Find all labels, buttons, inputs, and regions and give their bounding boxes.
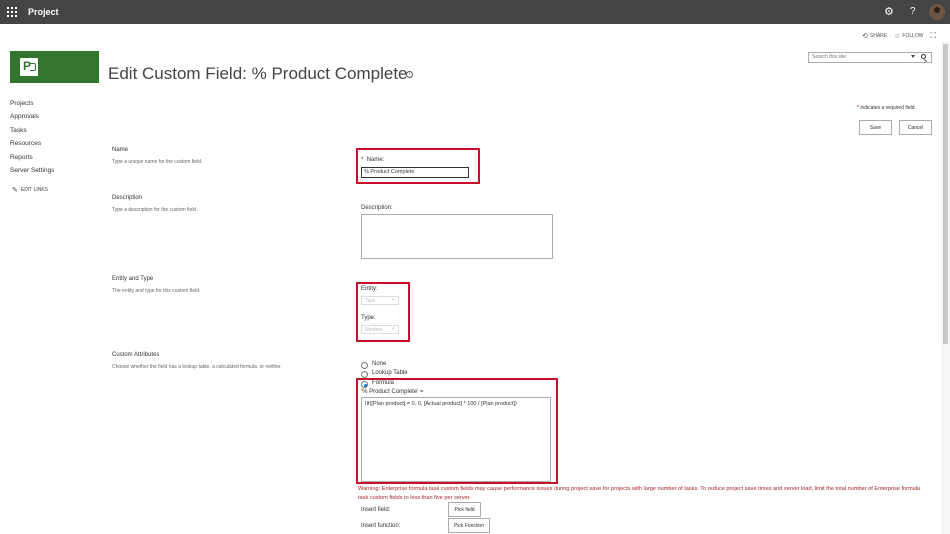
nav-item-server-settings[interactable]: Server Settings <box>10 166 54 179</box>
name-label: * Name: <box>361 157 384 163</box>
description-section-title: Description <box>112 195 143 201</box>
custom-attributes-section-title: Custom Attributes <box>112 352 160 358</box>
radio-lookup-table[interactable] <box>361 371 368 378</box>
type-select[interactable]: Number <box>361 324 399 334</box>
nav-item-resources[interactable]: Resources <box>10 139 54 152</box>
pencil-icon: ✎ <box>12 187 18 194</box>
type-label: Type: <box>361 315 376 321</box>
name-highlight-box <box>356 148 480 184</box>
required-field-note: * indicates a required field <box>857 105 915 111</box>
formula-label: '% Product Complete' = <box>361 389 424 395</box>
follow-label: FOLLOW <box>902 33 924 39</box>
app-launcher-icon[interactable] <box>0 0 24 24</box>
star-icon: ☆ <box>894 33 901 40</box>
name-required-marker: * <box>361 157 364 163</box>
nav-item-tasks[interactable]: Tasks <box>10 126 54 139</box>
radio-lookup-table-label: Lookup Table <box>372 370 408 376</box>
radio-none-label: None <box>372 361 387 367</box>
edit-links-button[interactable]: ✎ EDIT LINKS <box>12 186 48 194</box>
pick-field-button[interactable]: Pick field <box>448 502 481 517</box>
entity-label: Entity: <box>361 286 378 292</box>
formula-warning: Warning: Enterprise formula task custom … <box>358 486 921 501</box>
description-section-desc: Type a description for the custom field. <box>112 207 198 213</box>
quick-launch-nav: Projects Approvals Tasks Resources Repor… <box>10 99 54 179</box>
radio-none[interactable] <box>361 362 368 369</box>
suite-bar <box>0 0 950 24</box>
nav-item-reports[interactable]: Reports <box>10 153 54 166</box>
nav-item-projects[interactable]: Projects <box>10 99 54 112</box>
help-icon[interactable]: ? <box>910 5 916 19</box>
page-actions: ⟲ SHARE ☆ FOLLOW ⛶ <box>862 31 936 41</box>
follow-button[interactable]: ☆ FOLLOW <box>894 32 923 40</box>
site-logo[interactable]: P <box>10 51 99 83</box>
settings-gear-icon[interactable]: ⚙ <box>884 5 894 19</box>
share-button[interactable]: ⟲ SHARE <box>862 32 887 40</box>
share-icon: ⟲ <box>862 33 868 40</box>
page-title: Edit Custom Field: % Product Complete <box>108 64 408 83</box>
entity-type-section-title: Entity and Type <box>112 276 154 282</box>
edit-links-label: EDIT LINKS <box>20 187 49 193</box>
name-label-text: Name: <box>366 157 385 163</box>
pick-function-button[interactable]: Pick Function <box>448 518 490 533</box>
radio-formula-label: Formula <box>372 380 395 386</box>
save-button[interactable]: Save <box>859 120 892 135</box>
name-field[interactable]: % Product Complete <box>361 167 469 178</box>
insert-function-label: Insert function: <box>361 523 401 529</box>
search-scope-dropdown-icon[interactable] <box>911 55 915 58</box>
avatar[interactable] <box>929 4 945 20</box>
entity-select[interactable]: Task <box>361 295 399 305</box>
radio-formula[interactable] <box>361 381 368 388</box>
search-icon[interactable] <box>921 54 926 59</box>
description-field[interactable] <box>361 214 553 259</box>
required-note-text: indicates a required field <box>858 105 915 111</box>
cancel-button[interactable]: Cancel <box>899 120 932 135</box>
share-label: SHARE <box>869 33 888 39</box>
description-label: Description: <box>361 205 393 211</box>
page-scrollbar-thumb[interactable] <box>943 44 948 344</box>
name-section-title: Name <box>112 147 129 153</box>
nav-item-approvals[interactable]: Approvals <box>10 112 54 125</box>
project-logo-icon: P <box>20 58 38 76</box>
insert-field-label: Insert field: <box>361 507 391 513</box>
focus-mode-icon[interactable]: ⛶ <box>931 31 937 41</box>
custom-attributes-section-desc: Choose whether the field has a lookup ta… <box>112 364 282 370</box>
entity-type-section-desc: The entity and type for this custom fiel… <box>112 288 201 294</box>
name-section-desc: Type a unique name for the custom field. <box>112 159 203 165</box>
app-title[interactable]: Project <box>28 5 59 19</box>
info-icon[interactable]: i <box>406 71 413 78</box>
formula-field[interactable]: IIf([Plan product] = 0, 0, [Actual produ… <box>361 397 551 482</box>
